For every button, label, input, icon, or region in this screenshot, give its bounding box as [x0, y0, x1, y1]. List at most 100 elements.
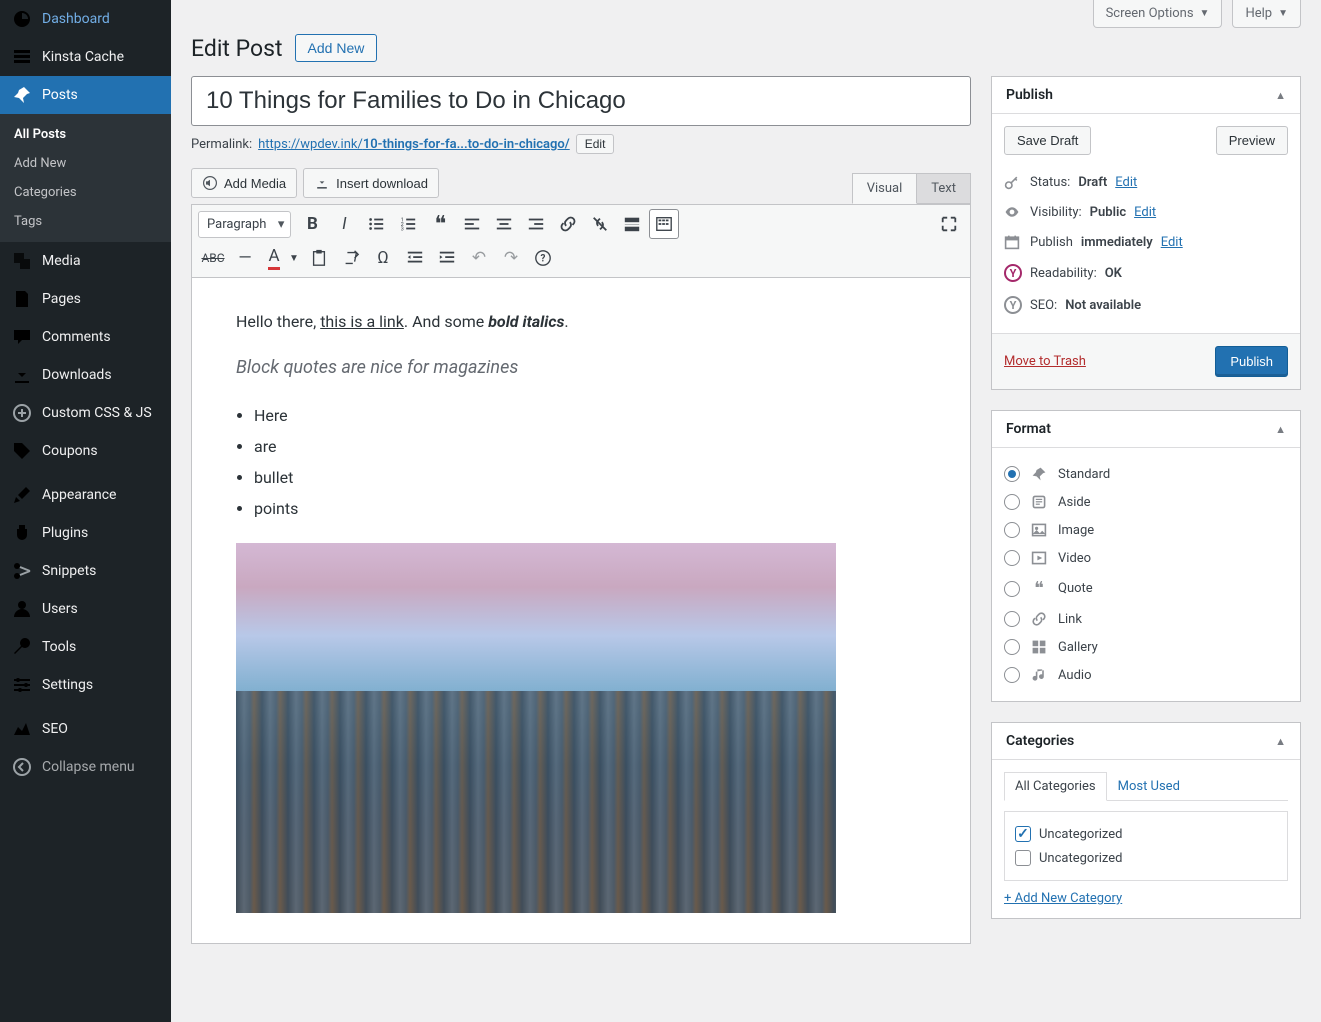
unlink-button[interactable]: [585, 209, 615, 239]
help-button[interactable]: ?: [528, 243, 558, 273]
sidebar-item-coupons[interactable]: Coupons: [0, 432, 171, 470]
sidebar-item-kinsta-cache[interactable]: Kinsta Cache: [0, 38, 171, 76]
move-to-trash-link[interactable]: Move to Trash: [1004, 354, 1086, 369]
sidebar-item-posts[interactable]: Posts: [0, 76, 171, 114]
editor-toolbar: Paragraph B I 123 ❝ ABC: [191, 204, 971, 278]
read-more-button[interactable]: [617, 209, 647, 239]
publish-box-header[interactable]: Publish▲: [992, 77, 1300, 114]
format-select[interactable]: Paragraph: [198, 211, 291, 238]
sidebar-item-snippets[interactable]: Snippets: [0, 552, 171, 590]
save-draft-button[interactable]: Save Draft: [1004, 126, 1091, 155]
sidebar-item-custom-css-js[interactable]: Custom CSS & JS: [0, 394, 171, 432]
redo-button[interactable]: ↷: [496, 243, 526, 273]
schedule-edit-link[interactable]: Edit: [1161, 235, 1183, 250]
add-media-button[interactable]: Add Media: [191, 168, 297, 198]
bold-button[interactable]: B: [297, 209, 327, 239]
link-button[interactable]: [553, 209, 583, 239]
categories-tab-all[interactable]: All Categories: [1004, 772, 1107, 801]
checkbox[interactable]: [1015, 850, 1031, 866]
sidebar-item-users[interactable]: Users: [0, 590, 171, 628]
radio-button[interactable]: [1004, 581, 1020, 597]
blockquote-button[interactable]: ❝: [425, 209, 455, 239]
format-option-link[interactable]: Link: [1004, 605, 1288, 633]
radio-button[interactable]: [1004, 522, 1020, 538]
permalink-edit-button[interactable]: Edit: [576, 134, 615, 154]
sidebar-item-comments[interactable]: Comments: [0, 318, 171, 356]
horizontal-rule-button[interactable]: —: [230, 243, 260, 273]
format-box-header[interactable]: Format▲: [992, 411, 1300, 448]
status-edit-link[interactable]: Edit: [1115, 175, 1137, 190]
submenu-all-posts[interactable]: All Posts: [0, 120, 171, 149]
sidebar-item-appearance[interactable]: Appearance: [0, 476, 171, 514]
sidebar-item-collapse[interactable]: Collapse menu: [0, 748, 171, 786]
sidebar-item-dashboard[interactable]: Dashboard: [0, 0, 171, 38]
eye-icon: [1004, 204, 1022, 220]
format-option-video[interactable]: Video: [1004, 544, 1288, 572]
submenu-add-new[interactable]: Add New: [0, 149, 171, 178]
checkbox[interactable]: [1015, 826, 1031, 842]
radio-button[interactable]: [1004, 667, 1020, 683]
video-icon: [1030, 550, 1048, 566]
radio-button[interactable]: [1004, 466, 1020, 482]
fullscreen-button[interactable]: [934, 209, 964, 239]
align-right-button[interactable]: [521, 209, 551, 239]
format-option-standard[interactable]: Standard: [1004, 460, 1288, 488]
add-new-category-link[interactable]: + Add New Category: [1004, 891, 1122, 906]
sidebar-item-settings[interactable]: Settings: [0, 666, 171, 704]
text-color-dropdown[interactable]: ▼: [286, 243, 302, 273]
italic-button[interactable]: I: [329, 209, 359, 239]
sidebar-item-downloads[interactable]: Downloads: [0, 356, 171, 394]
help-button[interactable]: Help▼: [1232, 0, 1301, 28]
preview-button[interactable]: Preview: [1216, 126, 1288, 155]
permalink-link[interactable]: https://wpdev.ink/10-things-for-fa...to-…: [258, 137, 570, 152]
publish-seo-row: YSEO: Not available: [1004, 289, 1288, 321]
format-option-audio[interactable]: Audio: [1004, 661, 1288, 689]
content-image[interactable]: [236, 543, 836, 913]
paste-text-button[interactable]: [304, 243, 334, 273]
radio-button[interactable]: [1004, 550, 1020, 566]
publish-button[interactable]: Publish: [1215, 346, 1288, 377]
publish-visibility-row: Visibility: Public Edit: [1004, 197, 1288, 227]
special-char-button[interactable]: Ω: [368, 243, 398, 273]
format-option-aside[interactable]: Aside: [1004, 488, 1288, 516]
format-option-quote[interactable]: ❝Quote: [1004, 572, 1288, 605]
visibility-edit-link[interactable]: Edit: [1134, 205, 1156, 220]
editor-tab-text[interactable]: Text: [916, 173, 971, 204]
outdent-button[interactable]: [400, 243, 430, 273]
content-bullets: Here are bullet points: [254, 402, 926, 523]
screen-options-button[interactable]: Screen Options▼: [1093, 0, 1223, 28]
insert-download-button[interactable]: Insert download: [303, 168, 439, 198]
settings-icon: [12, 675, 32, 695]
indent-button[interactable]: [432, 243, 462, 273]
sidebar-label: Appearance: [42, 487, 116, 503]
toolbar-toggle-button[interactable]: [649, 209, 679, 239]
radio-button[interactable]: [1004, 611, 1020, 627]
post-title-input[interactable]: [191, 76, 971, 126]
editor-tab-visual[interactable]: Visual: [852, 173, 918, 204]
numbered-list-button[interactable]: 123: [393, 209, 423, 239]
editor-content[interactable]: Hello there, this is a link. And some bo…: [191, 278, 971, 944]
sidebar-item-seo[interactable]: SEO: [0, 710, 171, 748]
category-item[interactable]: Uncategorized: [1015, 846, 1277, 870]
sidebar-item-plugins[interactable]: Plugins: [0, 514, 171, 552]
sidebar-item-pages[interactable]: Pages: [0, 280, 171, 318]
format-option-image[interactable]: Image: [1004, 516, 1288, 544]
clear-formatting-button[interactable]: [336, 243, 366, 273]
submenu-tags[interactable]: Tags: [0, 207, 171, 236]
align-center-button[interactable]: [489, 209, 519, 239]
format-option-gallery[interactable]: Gallery: [1004, 633, 1288, 661]
submenu-categories[interactable]: Categories: [0, 178, 171, 207]
text-color-button[interactable]: A: [262, 243, 286, 273]
align-left-button[interactable]: [457, 209, 487, 239]
sidebar-item-tools[interactable]: Tools: [0, 628, 171, 666]
bullet-list-button[interactable]: [361, 209, 391, 239]
categories-tab-most-used[interactable]: Most Used: [1107, 772, 1191, 801]
undo-button[interactable]: ↶: [464, 243, 494, 273]
category-item[interactable]: Uncategorized: [1015, 822, 1277, 846]
strikethrough-button[interactable]: ABC: [198, 243, 228, 273]
radio-button[interactable]: [1004, 639, 1020, 655]
add-new-button[interactable]: Add New: [295, 34, 378, 62]
categories-box-header[interactable]: Categories▲: [992, 723, 1300, 760]
radio-button[interactable]: [1004, 494, 1020, 510]
sidebar-item-media[interactable]: Media: [0, 242, 171, 280]
